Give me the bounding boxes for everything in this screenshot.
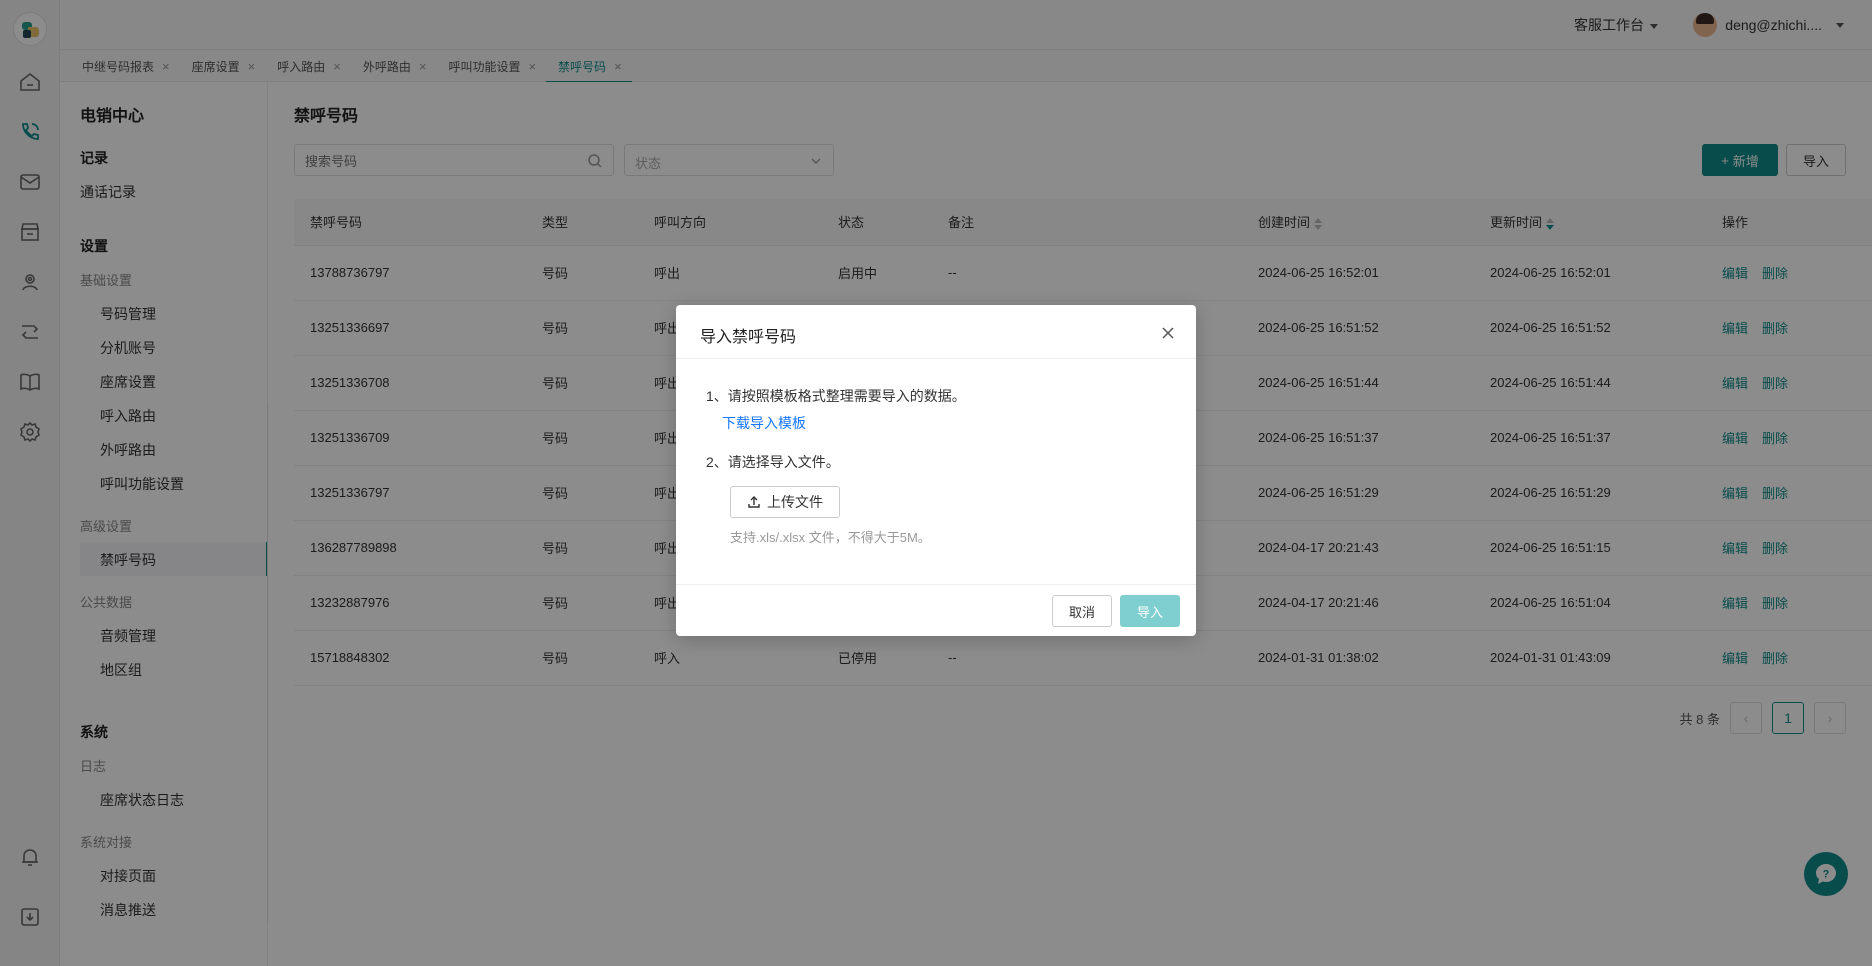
upload-label: 上传文件 xyxy=(767,494,823,510)
cancel-button[interactable]: 取消 xyxy=(1052,595,1112,627)
dialog-title: 导入禁呼号码 xyxy=(700,329,797,346)
upload-icon xyxy=(748,496,760,508)
download-template-link[interactable]: 下载导入模板 xyxy=(722,413,806,433)
app: 客服工作台 deng@zhichi.... 中继号码报表 × 座席设置 × 呼入路由… xyxy=(0,0,1872,966)
file-tip: 支持.xls/.xlsx 文件，不得大于5M。 xyxy=(730,530,931,545)
import-dialog: 导入禁呼号码 1、请按照模板格式整理需要导入的数据。 下载导入模板 2、请选择导… xyxy=(676,305,1196,636)
confirm-import-button[interactable]: 导入 xyxy=(1120,595,1180,627)
dialog-footer: 取消 导入 xyxy=(676,584,1196,636)
dialog-header: 导入禁呼号码 xyxy=(676,305,1196,359)
step-2-text: 2、请选择导入文件。 xyxy=(706,454,840,470)
upload-file-button[interactable]: 上传文件 xyxy=(730,486,840,518)
step-1-text: 1、请按照模板格式整理需要导入的数据。 xyxy=(706,388,966,404)
close-icon[interactable] xyxy=(1160,325,1176,341)
